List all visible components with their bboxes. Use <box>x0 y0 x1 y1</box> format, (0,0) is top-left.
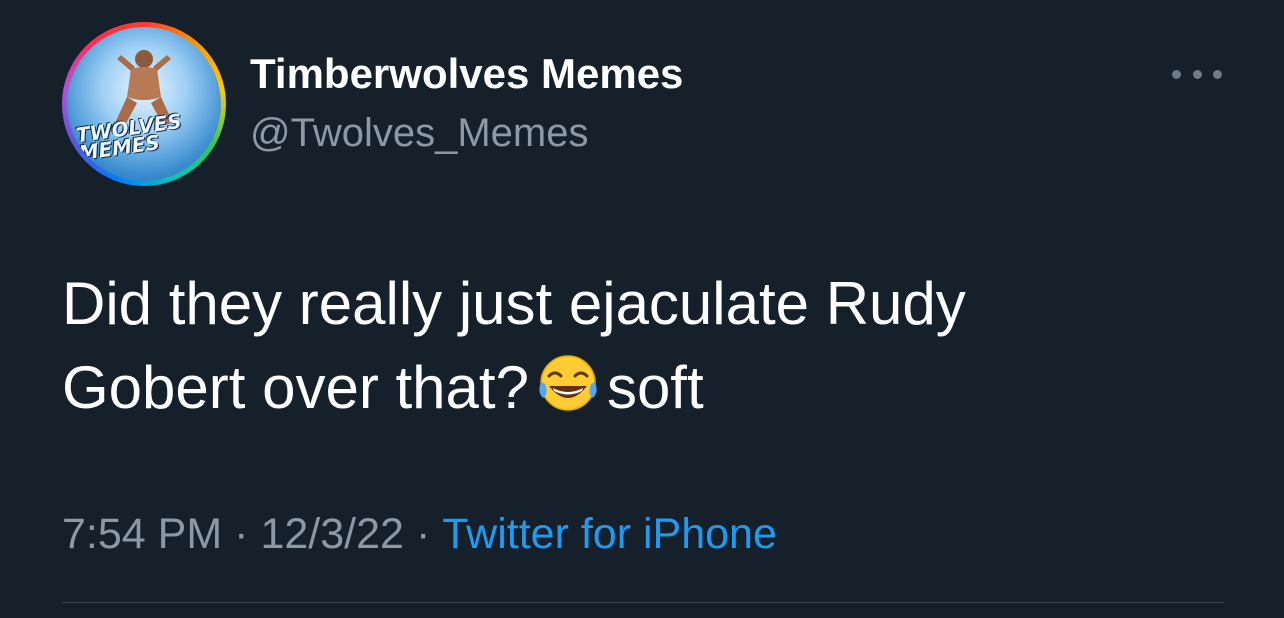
tweet-text-line-1: Did they really just ejaculate Rudy <box>62 270 966 337</box>
user-handle[interactable]: @Twolves_Memes <box>250 108 588 158</box>
more-horizontal-icon[interactable] <box>1172 62 1222 86</box>
tweet-source-link[interactable]: Twitter for iPhone <box>442 510 777 558</box>
more-dot <box>1172 69 1181 79</box>
tweet-text-line-2: Gobert over that? soft <box>62 346 1222 436</box>
tweet-text: Did they really just ejaculate Rudy Gobe… <box>62 262 1222 436</box>
tweet-text-before-emoji: Gobert over that? <box>62 354 529 421</box>
face-with-tears-of-joy-icon <box>535 352 601 436</box>
tweet-date[interactable]: 12/3/22 <box>260 510 403 558</box>
meta-separator: · <box>415 510 431 558</box>
avatar-image: TWOLVES MEMES <box>67 27 221 181</box>
display-name[interactable]: Timberwolves Memes <box>250 48 683 100</box>
avatar-logo-text: TWOLVES MEMES <box>74 108 184 166</box>
tweet-card: TWOLVES MEMES Timberwolves Memes @Twolve… <box>0 0 1284 618</box>
meta-separator: · <box>234 510 249 558</box>
divider <box>62 602 1224 603</box>
avatar[interactable]: TWOLVES MEMES <box>62 22 226 186</box>
more-dot <box>1213 69 1222 79</box>
tweet-time[interactable]: 7:54 PM <box>62 510 222 558</box>
tweet-text-after-emoji: soft <box>606 354 704 421</box>
tweet-meta: 7:54 PM · 12/3/22 · Twitter for iPhone <box>62 506 777 562</box>
more-dot <box>1192 69 1202 79</box>
